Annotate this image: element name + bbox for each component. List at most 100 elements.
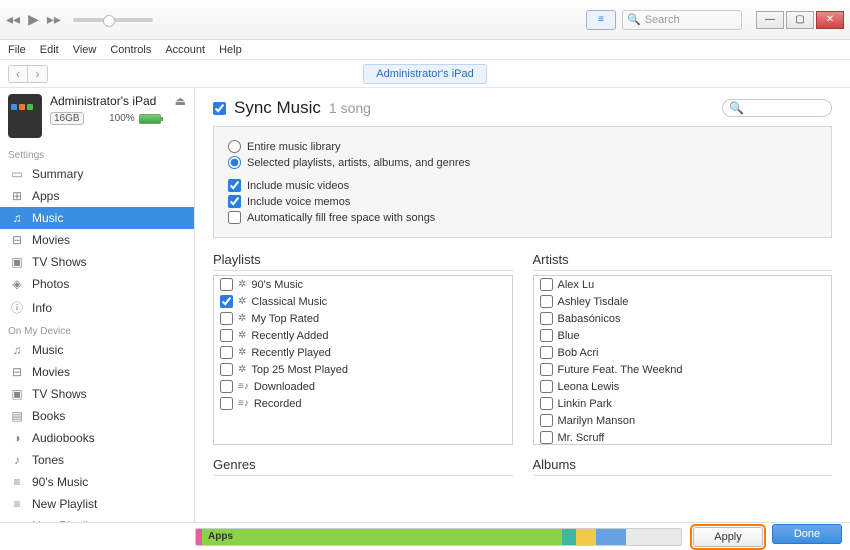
playlist-label: Recently Played: [251, 347, 331, 359]
device-breadcrumb[interactable]: Administrator's iPad: [363, 64, 486, 84]
sidebar-item-summary[interactable]: ▭Summary: [0, 163, 194, 185]
playlist-row[interactable]: ✲90's Music: [214, 276, 512, 293]
playlist-checkbox[interactable]: [220, 312, 233, 325]
playlists-list[interactable]: ✲90's Music✲Classical Music✲My Top Rated…: [213, 275, 513, 445]
playlist-row[interactable]: ✲Classical Music: [214, 293, 512, 310]
sync-music-checkbox[interactable]: [213, 102, 226, 115]
menu-edit[interactable]: Edit: [40, 44, 59, 56]
capacity-seg-other1: [562, 529, 576, 545]
artist-row[interactable]: Marilyn Manson: [534, 412, 832, 429]
artists-list[interactable]: Alex LuAshley TisdaleBabasónicosBlueBob …: [533, 275, 833, 445]
queue-button[interactable]: ≡: [586, 10, 616, 30]
playlist-row[interactable]: ✲Recently Added: [214, 327, 512, 344]
sidebar-item-tv-shows[interactable]: ▣TV Shows: [0, 383, 194, 405]
artist-checkbox[interactable]: [540, 295, 553, 308]
artist-row[interactable]: Linkin Park: [534, 395, 832, 412]
menu-view[interactable]: View: [73, 44, 97, 56]
sidebar-group-settings: Settings: [0, 144, 194, 163]
artist-label: Future Feat. The Weeknd: [558, 364, 683, 376]
sidebar-item-label: 90's Music: [32, 475, 88, 489]
artist-row[interactable]: Leona Lewis: [534, 378, 832, 395]
artist-checkbox[interactable]: [540, 380, 553, 393]
heading-albums: Albums: [533, 457, 833, 476]
close-button[interactable]: ✕: [816, 11, 844, 29]
sidebar-item-info[interactable]: ⓘInfo: [0, 295, 194, 320]
artist-row[interactable]: Future Feat. The Weeknd: [534, 361, 832, 378]
content-search[interactable]: 🔍: [722, 99, 832, 117]
apply-button[interactable]: Apply: [693, 527, 763, 547]
artist-row[interactable]: Alex Lu: [534, 276, 832, 293]
sidebar-item-label: TV Shows: [32, 387, 87, 401]
artist-checkbox[interactable]: [540, 363, 553, 376]
sidebar-item-movies[interactable]: ⊟Movies: [0, 361, 194, 383]
playlist-row[interactable]: ≡♪Recorded: [214, 395, 512, 412]
battery-icon: [139, 114, 161, 124]
artist-row[interactable]: Babasónicos: [534, 310, 832, 327]
sidebar-item-icon: ⊟: [10, 233, 24, 247]
back-button[interactable]: ‹: [8, 65, 28, 83]
checkbox-autofill[interactable]: [228, 211, 241, 224]
sidebar-item-icon: ≡: [10, 475, 24, 489]
sidebar-item-tones[interactable]: ♪Tones: [0, 449, 194, 471]
sidebar-item-apps[interactable]: ⊞Apps: [0, 185, 194, 207]
next-track-icon[interactable]: ▸▸: [47, 11, 61, 28]
artist-checkbox[interactable]: [540, 431, 553, 444]
artist-row[interactable]: Blue: [534, 327, 832, 344]
artist-checkbox[interactable]: [540, 329, 553, 342]
forward-button[interactable]: ›: [28, 65, 48, 83]
playlist-checkbox[interactable]: [220, 397, 233, 410]
sidebar-item-90-s-music[interactable]: ≡ 90's Music: [0, 471, 194, 493]
sidebar-item-label: Music: [32, 343, 63, 357]
eject-icon[interactable]: ⏏: [175, 94, 186, 108]
playlist-checkbox[interactable]: [220, 295, 233, 308]
artist-row[interactable]: Bob Acri: [534, 344, 832, 361]
sidebar-item-audiobooks[interactable]: ◑Audiobooks: [0, 427, 194, 449]
done-button[interactable]: Done: [772, 524, 842, 544]
label-autofill: Automatically fill free space with songs: [247, 212, 435, 224]
prev-track-icon[interactable]: ◂◂: [6, 11, 20, 28]
artist-checkbox[interactable]: [540, 397, 553, 410]
sidebar-item-books[interactable]: ▤Books: [0, 405, 194, 427]
sidebar-item-new-playlist[interactable]: ≡New Playlist: [0, 515, 194, 522]
play-icon[interactable]: ▶: [28, 11, 39, 28]
window-buttons: — ▢ ✕: [756, 11, 844, 29]
playlist-checkbox[interactable]: [220, 346, 233, 359]
playlist-checkbox[interactable]: [220, 278, 233, 291]
artist-checkbox[interactable]: [540, 312, 553, 325]
artist-checkbox[interactable]: [540, 346, 553, 359]
sidebar-item-music[interactable]: ♫Music: [0, 339, 194, 361]
capacity-seg-other2: [596, 529, 626, 545]
menu-help[interactable]: Help: [219, 44, 242, 56]
artist-checkbox[interactable]: [540, 278, 553, 291]
sidebar-item-new-playlist[interactable]: ≡New Playlist: [0, 493, 194, 515]
maximize-button[interactable]: ▢: [786, 11, 814, 29]
menu-account[interactable]: Account: [165, 44, 205, 56]
sidebar-item-photos[interactable]: ◈Photos: [0, 273, 194, 295]
playlist-row[interactable]: ✲Recently Played: [214, 344, 512, 361]
artist-row[interactable]: Ashley Tisdale: [534, 293, 832, 310]
playlist-label: My Top Rated: [251, 313, 319, 325]
checkbox-music-videos[interactable]: [228, 179, 241, 192]
sidebar-item-tv-shows[interactable]: ▣TV Shows: [0, 251, 194, 273]
artist-row[interactable]: Mr. Scruff: [534, 429, 832, 445]
playlist-label: Recorded: [254, 398, 302, 410]
global-search[interactable]: 🔍 Search: [622, 10, 742, 30]
volume-slider[interactable]: [73, 18, 153, 22]
sidebar-item-movies[interactable]: ⊟Movies: [0, 229, 194, 251]
playlist-checkbox[interactable]: [220, 329, 233, 342]
playlist-row[interactable]: ✲My Top Rated: [214, 310, 512, 327]
menu-controls[interactable]: Controls: [110, 44, 151, 56]
nav-strip: ‹ › Administrator's iPad: [0, 60, 850, 88]
playlist-row[interactable]: ✲Top 25 Most Played: [214, 361, 512, 378]
artist-checkbox[interactable]: [540, 414, 553, 427]
sidebar-item-music[interactable]: ♫Music: [0, 207, 194, 229]
checkbox-voice-memos[interactable]: [228, 195, 241, 208]
playlist-row[interactable]: ≡♪Downloaded: [214, 378, 512, 395]
menu-file[interactable]: File: [8, 44, 26, 56]
radio-selected-items[interactable]: [228, 156, 241, 169]
playlist-checkbox[interactable]: [220, 363, 233, 376]
minimize-button[interactable]: —: [756, 11, 784, 29]
playlist-icon: ≡♪: [238, 381, 249, 392]
playlist-checkbox[interactable]: [220, 380, 233, 393]
radio-entire-library[interactable]: [228, 140, 241, 153]
